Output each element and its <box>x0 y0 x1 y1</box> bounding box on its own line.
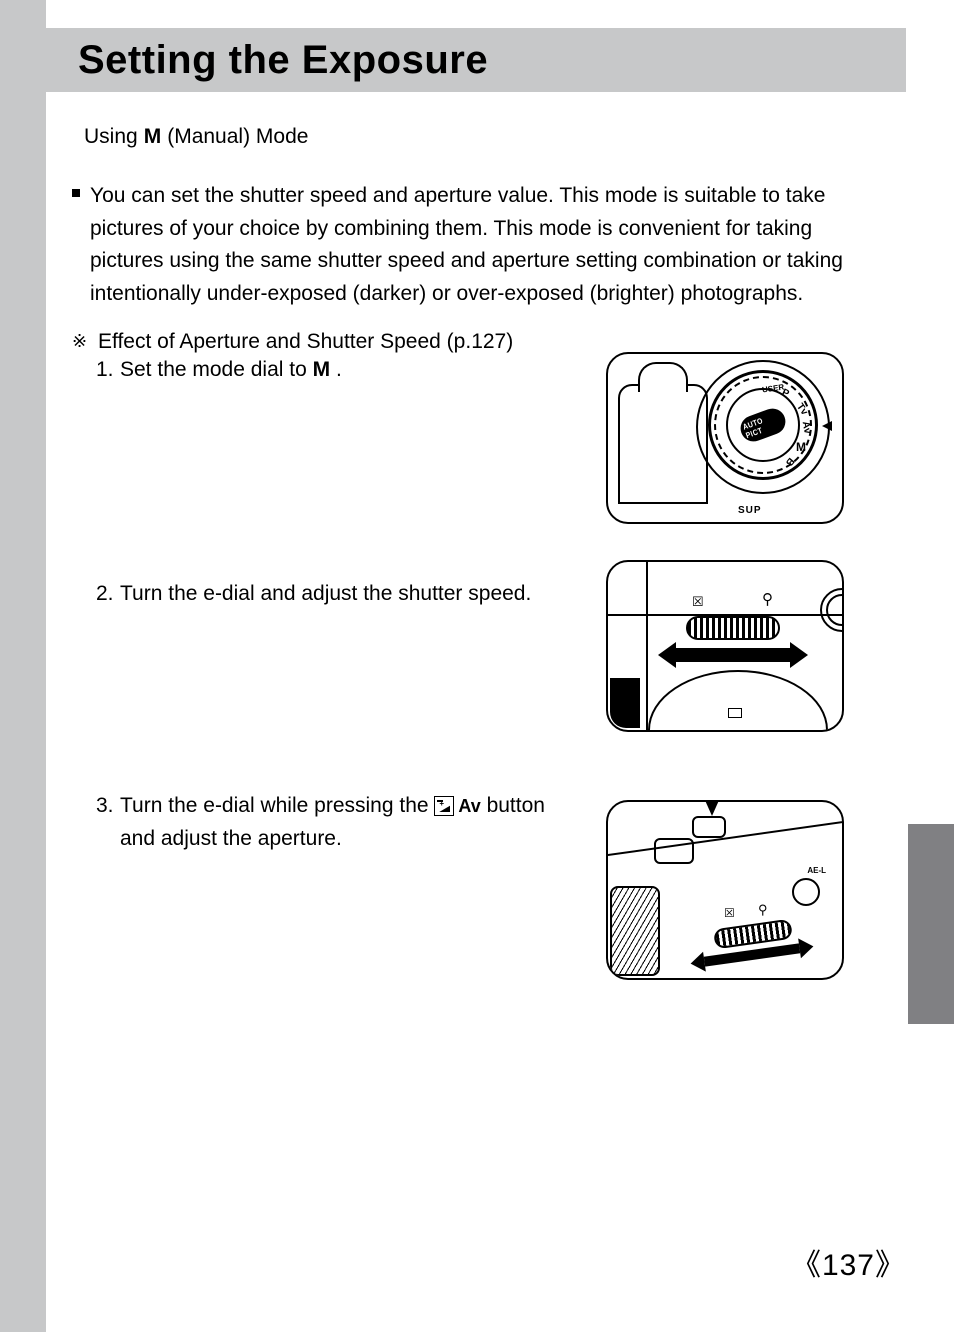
subhead-prefix: Using <box>84 125 138 149</box>
av-label: Av <box>458 793 480 821</box>
bullet-item: You can set the shutter speed and apertu… <box>72 180 872 310</box>
exposure-comp-av-button-icon: + Av <box>434 793 480 821</box>
mode-glyph-m: M <box>144 125 162 149</box>
step1-text-b: . <box>330 358 342 381</box>
step-1: 1. Set the mode dial to M . <box>96 354 576 387</box>
magnifier-mark-icon: ⚲ <box>762 590 773 608</box>
subhead-suffix: (Manual) Mode <box>167 125 308 149</box>
step-text: Set the mode dial to M . <box>120 354 576 387</box>
camera-prism-outline <box>618 384 708 504</box>
camera-prism-top <box>638 362 688 392</box>
chapter-thumb-tab <box>908 824 954 1024</box>
press-down-arrow-icon <box>704 800 720 816</box>
section-title: Setting the Exposure <box>78 38 488 83</box>
ev-comp-mark-icon: ☒ <box>724 906 735 920</box>
step3-text-a: Turn the e-dial while pressing the <box>120 794 434 817</box>
dial-index-pointer-icon <box>822 418 838 434</box>
lens-mount-arc <box>648 670 828 732</box>
lens-index-triangle-icon <box>728 708 742 718</box>
step-text: Turn the e-dial and adjust the shutter s… <box>120 578 576 611</box>
step-number: 1. <box>96 354 120 387</box>
dial-label-av: Av <box>800 420 813 434</box>
body-text-block: You can set the shutter speed and apertu… <box>72 180 872 375</box>
mode-glyph-m-inline: M <box>313 358 331 381</box>
reference-mark-icon: ※ <box>72 326 90 359</box>
step-3: 3. Turn the e-dial while pressing the + … <box>96 790 576 855</box>
page-number-value: 137 <box>822 1249 875 1282</box>
camera-grip-texture <box>610 886 660 976</box>
e-dial <box>713 919 793 950</box>
illustration-e-dial: ☒ ⚲ <box>606 560 844 732</box>
subsection-heading: Using M (Manual) Mode <box>84 125 308 149</box>
illustration-av-plus-edial: AE-L ☒ ⚲ <box>606 800 844 980</box>
magnifier-mark-icon: ⚲ <box>758 902 768 918</box>
mode-dial: AUTO PICT USER P Tv Av M B <box>708 370 818 480</box>
ael-button-outline <box>792 878 820 906</box>
ev-comp-mark-icon: ☒ <box>692 594 704 610</box>
camera-grip-fill <box>610 678 640 728</box>
page-bracket-right: 》 <box>875 1249 906 1282</box>
double-arrow-icon <box>704 943 800 966</box>
square-bullet-icon <box>72 180 82 310</box>
step1-text-a: Set the mode dial to <box>120 358 313 381</box>
camera-top-plate <box>608 562 842 616</box>
section-title-bar: Setting the Exposure <box>46 28 906 92</box>
viewfinder-outline <box>654 838 694 864</box>
e-dial <box>686 616 780 640</box>
dial-label-m: M <box>796 440 806 454</box>
av-button-outline <box>692 816 726 838</box>
step-number: 3. <box>96 790 120 855</box>
page-bracket-left: 《 <box>791 1249 822 1282</box>
page-number: 《137》 <box>791 1240 906 1284</box>
step-text: Turn the e-dial while pressing the + Av … <box>120 790 576 855</box>
step-number: 2. <box>96 578 120 611</box>
left-margin-bar <box>0 0 46 1332</box>
double-arrow-icon <box>674 648 792 662</box>
sup-label: SUP <box>738 505 762 516</box>
illustration-mode-dial: SUP AUTO PICT USER P Tv Av M B <box>606 352 844 524</box>
bullet-text: You can set the shutter speed and apertu… <box>90 180 872 310</box>
exposure-comp-icon: + <box>434 796 454 816</box>
step-2: 2. Turn the e-dial and adjust the shutte… <box>96 578 576 611</box>
ael-label: AE-L <box>807 866 826 875</box>
